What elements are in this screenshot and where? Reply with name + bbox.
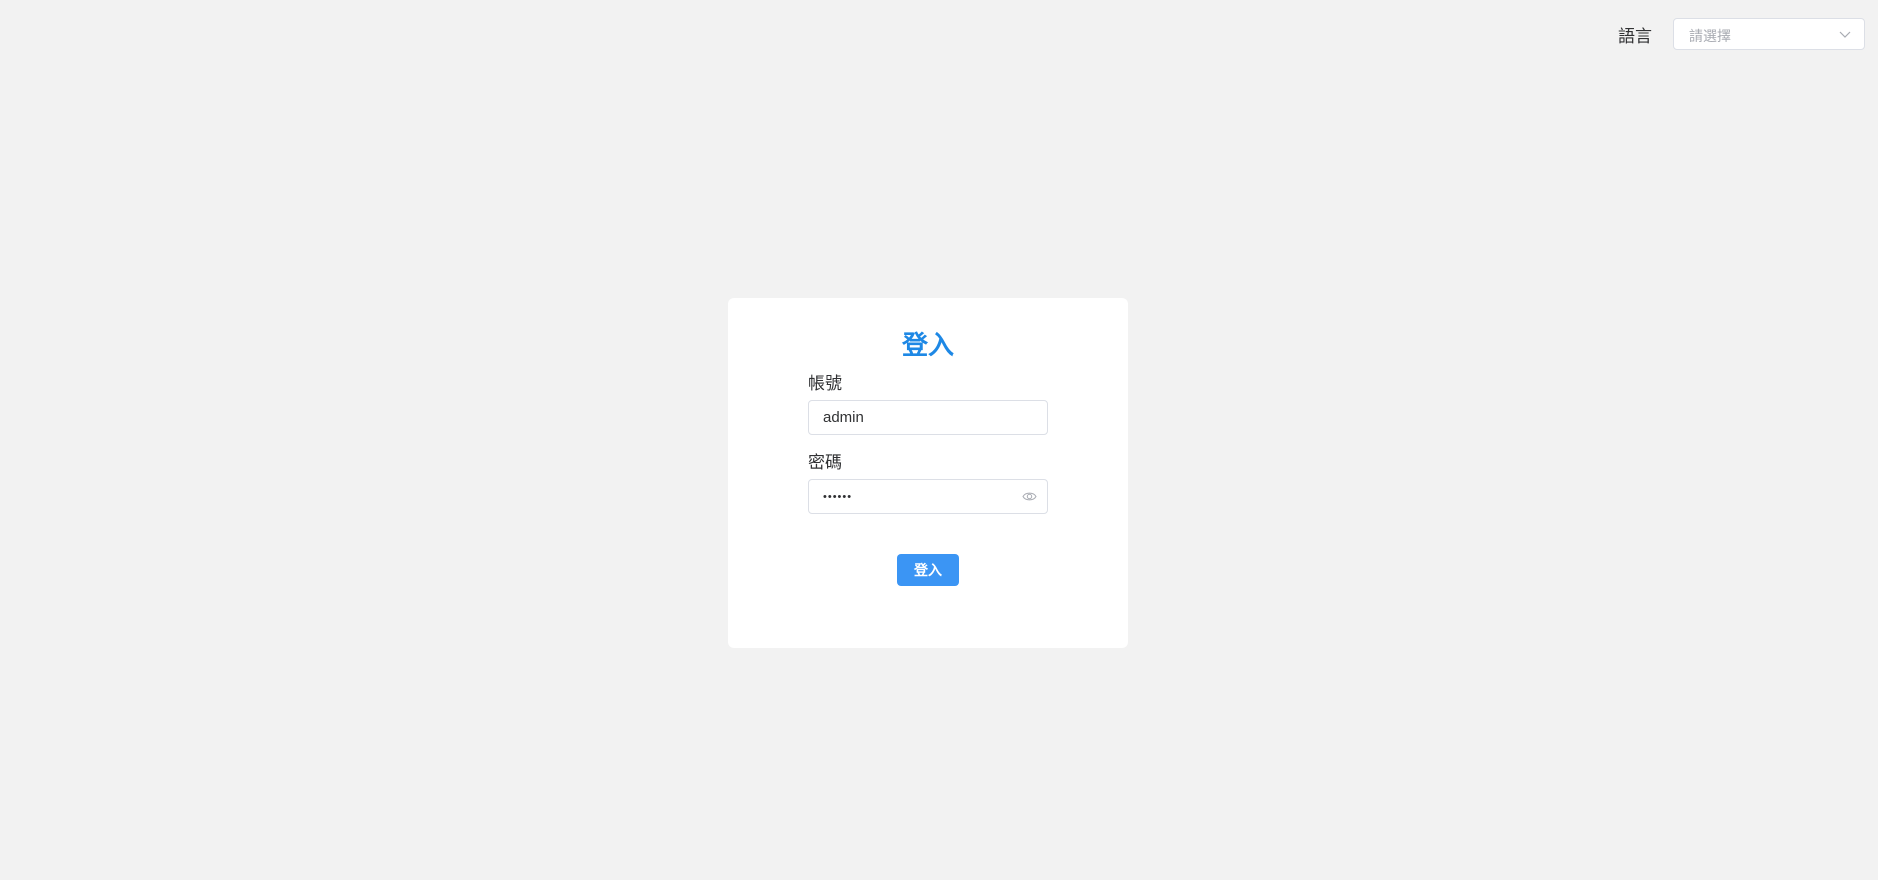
account-input[interactable] [823,401,1013,434]
chevron-down-icon [1839,31,1851,38]
language-label: 語言 [1618,26,1652,47]
language-select-placeholder: 請選擇 [1689,29,1731,45]
login-card: 登入 帳號 密碼 登入 [728,298,1128,648]
language-bar: 語言 請選擇 [1618,18,1865,50]
eye-icon[interactable] [1022,490,1037,503]
account-field[interactable] [808,400,1048,435]
language-select[interactable]: 請選擇 [1673,18,1865,50]
login-button[interactable]: 登入 [897,554,959,586]
password-field[interactable] [808,479,1048,514]
login-title: 登入 [901,331,954,361]
password-label: 密碼 [808,453,842,473]
login-page: 語言 請選擇 登入 帳號 密碼 登入 [0,0,1878,880]
password-input[interactable] [823,480,1013,513]
account-label: 帳號 [808,374,842,394]
